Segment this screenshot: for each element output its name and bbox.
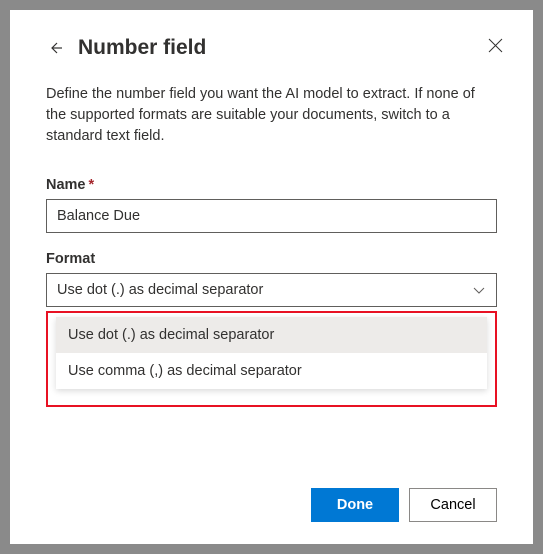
- format-selected-value: Use dot (.) as decimal separator: [57, 282, 263, 298]
- format-dropdown: Use dot (.) as decimal separator Use com…: [56, 317, 487, 389]
- dialog-footer: Done Cancel: [46, 488, 497, 522]
- required-indicator: *: [89, 177, 95, 193]
- format-select-wrapper: Use dot (.) as decimal separator: [46, 273, 497, 307]
- format-option-comma[interactable]: Use comma (,) as decimal separator: [56, 353, 487, 389]
- name-label: Name*: [46, 177, 497, 193]
- format-select[interactable]: Use dot (.) as decimal separator: [46, 273, 497, 307]
- format-label: Format: [46, 251, 497, 267]
- arrow-left-icon: [46, 39, 64, 57]
- close-button[interactable]: [488, 38, 503, 53]
- chevron-down-icon: [472, 283, 486, 297]
- dialog-description: Define the number field you want the AI …: [46, 84, 497, 147]
- back-button[interactable]: [46, 39, 64, 57]
- close-icon: [488, 38, 503, 53]
- cancel-button[interactable]: Cancel: [409, 488, 497, 522]
- number-field-dialog: Number field Define the number field you…: [10, 10, 533, 544]
- done-button[interactable]: Done: [311, 488, 399, 522]
- format-option-dot[interactable]: Use dot (.) as decimal separator: [56, 317, 487, 353]
- name-input[interactable]: [46, 199, 497, 233]
- dialog-title: Number field: [78, 36, 206, 60]
- dialog-header: Number field: [46, 36, 497, 60]
- format-dropdown-highlight: Use dot (.) as decimal separator Use com…: [46, 311, 497, 407]
